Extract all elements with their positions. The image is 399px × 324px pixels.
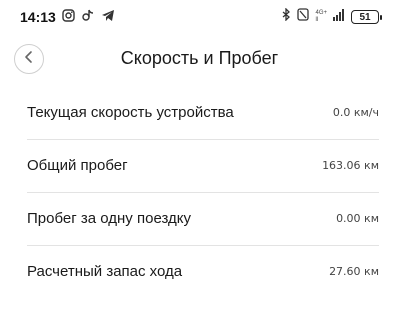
row-label: Текущая скорость устройства (27, 104, 234, 121)
network-type: 4G+ (315, 10, 327, 16)
status-time: 14:13 (20, 9, 56, 25)
signal-bars: ll (315, 17, 319, 23)
telegram-icon (101, 9, 115, 27)
system-icons: 4G+ ll 51 (282, 7, 382, 26)
bluetooth-icon (282, 7, 291, 26)
list-item-total-mileage: Общий пробег 163.06 км (27, 140, 379, 193)
page-title: Скорость и Пробег (120, 48, 279, 68)
instagram-icon (62, 9, 75, 27)
list-item-estimated-range: Расчетный запас хода 27.60 км (27, 246, 379, 298)
list-item-trip-mileage: Пробег за одну поездку 0.00 км (27, 193, 379, 246)
row-value: 0.0 км/ч (332, 106, 379, 119)
row-label: Расчетный запас хода (27, 263, 183, 280)
row-value: 163.06 км (322, 159, 379, 172)
signal-icon (333, 8, 345, 26)
battery-indicator: 51 (351, 10, 382, 24)
list-item-current-speed: Текущая скорость устройства 0.0 км/ч (27, 87, 379, 140)
row-value: 0.00 км (336, 212, 379, 225)
row-label: Пробег за одну поездку (27, 210, 191, 227)
status-bar: 14:13 4G+ ll 51 (0, 0, 399, 36)
info-list: Текущая скорость устройства 0.0 км/ч Общ… (0, 87, 399, 298)
row-label: Общий пробег (27, 157, 128, 174)
tiktok-icon (81, 9, 95, 27)
network-indicator: 4G+ ll (315, 10, 327, 24)
notification-icons (62, 9, 115, 27)
mute-icon (297, 8, 310, 26)
row-value: 27.60 км (329, 265, 379, 278)
